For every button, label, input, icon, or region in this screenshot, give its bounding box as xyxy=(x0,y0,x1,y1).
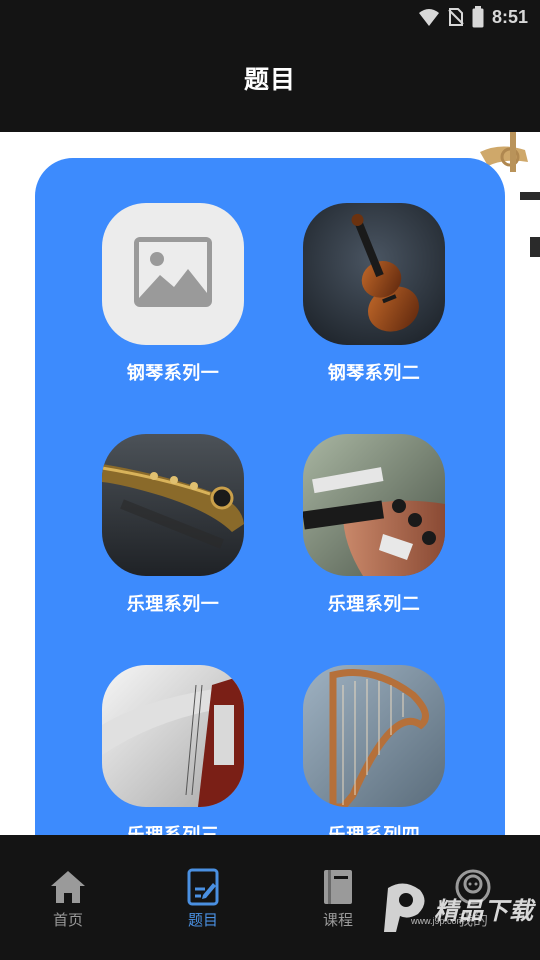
topic-label: 乐理系列二 xyxy=(327,594,421,614)
no-sim-icon xyxy=(448,8,464,26)
content-area: 钢琴系列一 钢琴系列二 乐理系列一 乐理系列二 乐理系列三 乐理系列四 xyxy=(0,132,540,835)
topic-label: 乐理系列一 xyxy=(126,594,220,614)
status-bar: 8:51 xyxy=(0,0,540,36)
home-icon xyxy=(51,871,85,903)
book-icon xyxy=(324,870,352,904)
violin-photo xyxy=(303,203,445,345)
watermark: 精品下载 www.j9p.com xyxy=(378,880,534,936)
nav-item-topics[interactable]: 题目 xyxy=(163,867,243,930)
page-title: 题目 xyxy=(243,66,296,94)
topic-label: 钢琴系列二 xyxy=(327,363,421,383)
watermark-url: www.j9p.com xyxy=(410,916,464,926)
nav-item-courses[interactable]: 课程 xyxy=(298,867,378,930)
battery-icon xyxy=(472,6,484,28)
edit-document-icon xyxy=(187,868,219,906)
app-bar: 题目 xyxy=(0,36,540,132)
wifi-icon xyxy=(418,9,439,26)
nav-label: 题目 xyxy=(187,912,218,929)
topic-thumbnail xyxy=(102,665,244,807)
watermark-logo-icon xyxy=(384,883,425,932)
topic-thumbnail xyxy=(102,203,244,345)
topic-card: 钢琴系列一 钢琴系列二 乐理系列一 乐理系列二 乐理系列三 乐理系列四 xyxy=(35,158,505,835)
status-icons: 8:51 xyxy=(418,6,528,28)
saxophone-photo xyxy=(102,434,244,576)
electric-guitar-photo xyxy=(303,434,445,576)
nav-label: 课程 xyxy=(322,912,353,929)
topic-label: 钢琴系列一 xyxy=(126,363,220,383)
nav-label: 首页 xyxy=(52,912,83,929)
topic-item[interactable]: 乐理系列二 xyxy=(289,434,459,616)
topic-item[interactable]: 钢琴系列二 xyxy=(289,203,459,385)
topic-label: 乐理系列三 xyxy=(126,825,220,835)
image-placeholder-icon xyxy=(102,203,244,345)
topic-thumbnail xyxy=(102,434,244,576)
status-time: 8:51 xyxy=(491,6,528,27)
topic-item[interactable]: 钢琴系列一 xyxy=(88,203,258,385)
topic-label: 乐理系列四 xyxy=(327,825,421,835)
topic-thumbnail xyxy=(303,203,445,345)
harp-photo xyxy=(303,665,445,807)
topic-item[interactable]: 乐理系列三 xyxy=(88,665,258,835)
topic-item[interactable]: 乐理系列一 xyxy=(88,434,258,616)
topic-thumbnail xyxy=(303,665,445,807)
nav-item-home[interactable]: 首页 xyxy=(28,867,108,930)
guitar-sheet-music-photo xyxy=(102,665,244,807)
topic-item[interactable]: 乐理系列四 xyxy=(289,665,459,835)
topic-thumbnail xyxy=(303,434,445,576)
